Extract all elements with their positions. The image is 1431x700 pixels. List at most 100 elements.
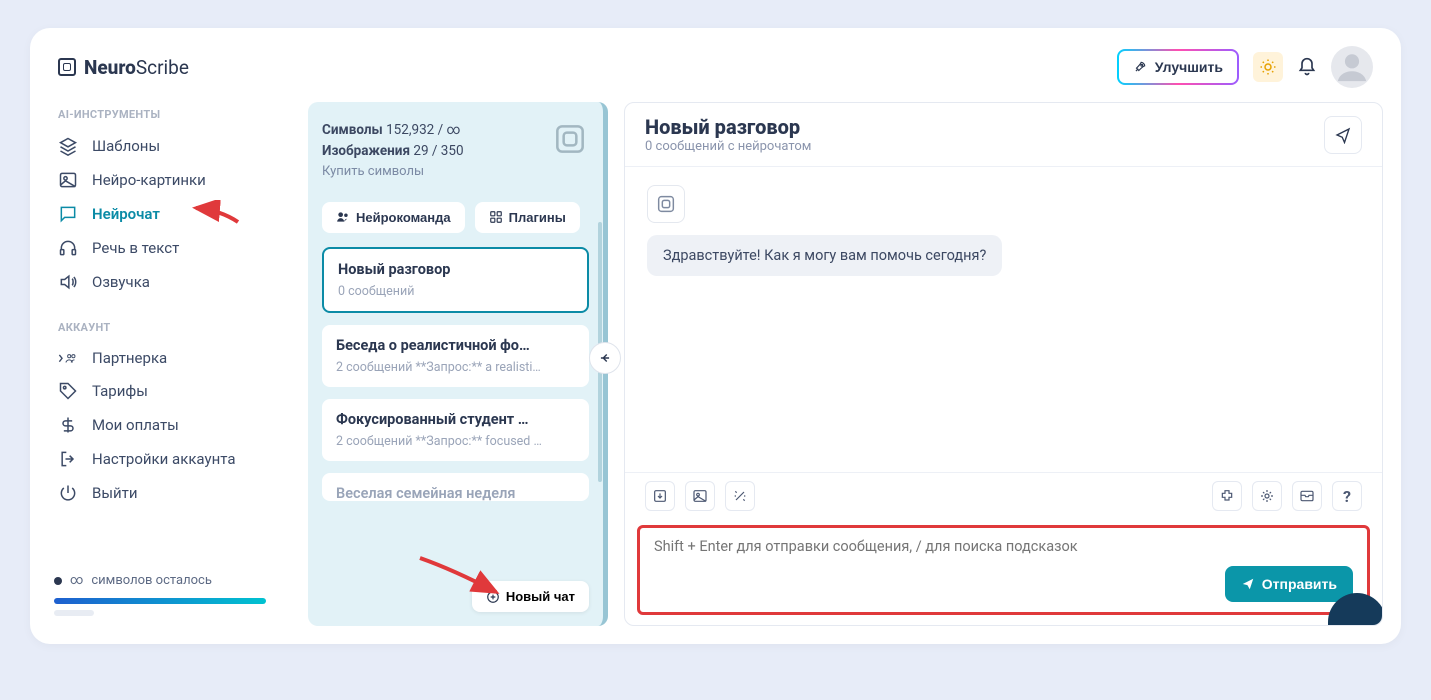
notifications-button[interactable] xyxy=(1297,57,1317,77)
rocket-icon xyxy=(1133,60,1147,74)
sidebar-item-voiceover[interactable]: Озвучка xyxy=(30,265,290,299)
sidebar-item-logout[interactable]: Выйти xyxy=(30,476,290,510)
archive-button[interactable] xyxy=(1292,481,1322,511)
chat-toolbar: ? xyxy=(625,472,1382,519)
conversation-card[interactable]: Фокусированный студент … 2 сообщений **З… xyxy=(322,399,589,461)
sidebar-item-label: Нейро-картинки xyxy=(92,171,206,189)
logo[interactable]: NeuroScribe xyxy=(58,56,189,79)
brain-icon xyxy=(551,120,589,158)
sidebar: AI-ИНСТРУМЕНТЫ Шаблоны Нейро-картинки Не… xyxy=(30,98,290,644)
puzzle-icon xyxy=(1219,488,1235,504)
power-icon xyxy=(58,483,78,503)
send-button[interactable]: Отправить xyxy=(1225,566,1353,602)
send-icon xyxy=(1241,577,1255,591)
greeting-message: Здравствуйте! Как я могу вам помочь сего… xyxy=(647,235,1002,276)
sidebar-item-label: Мои оплаты xyxy=(92,416,179,434)
progress-bar xyxy=(54,598,266,604)
app-window: NeuroScribe Улучшить AI-ИНСТРУМЕНТЫ Ша xyxy=(30,28,1401,644)
download-icon xyxy=(652,488,668,504)
plus-circle-icon xyxy=(486,590,500,604)
conversation-title: Фокусированный студент … xyxy=(336,411,575,428)
section-ai-tools: AI-ИНСТРУМЕНТЫ xyxy=(30,102,290,129)
sidebar-item-speech-to-text[interactable]: Речь в текст xyxy=(30,231,290,265)
sidebar-bottom: ∞ символов осталось xyxy=(30,563,290,634)
remaining-symbols: ∞ символов осталось xyxy=(54,573,266,588)
sidebar-item-label: Речь в текст xyxy=(92,239,179,257)
sidebar-item-label: Шаблоны xyxy=(92,137,160,155)
plugins-button[interactable]: Плагины xyxy=(475,202,580,233)
wand-icon xyxy=(732,488,748,504)
sidebar-item-payments[interactable]: Мои оплаты xyxy=(30,408,290,442)
sidebar-item-plans[interactable]: Тарифы xyxy=(30,374,290,408)
sidebar-item-affiliate[interactable]: Партнерка xyxy=(30,342,290,374)
sidebar-item-neurochat[interactable]: Нейрочат xyxy=(30,197,290,231)
help-button[interactable]: ? xyxy=(1332,481,1362,511)
magic-tool-button[interactable] xyxy=(725,481,755,511)
neuro-team-button[interactable]: Нейрокоманда xyxy=(322,202,465,233)
avatar[interactable] xyxy=(1331,46,1373,88)
new-chat-button[interactable]: Новый чат xyxy=(472,581,589,612)
sidebar-item-label: Озвучка xyxy=(92,273,150,291)
chat-title: Новый разговор xyxy=(645,115,811,139)
buy-symbols-link[interactable]: Купить символы xyxy=(322,162,464,182)
extension-button[interactable] xyxy=(1212,481,1242,511)
chat-body: Здравствуйте! Как я могу вам помочь сего… xyxy=(625,167,1382,472)
team-icon xyxy=(336,210,350,224)
bot-icon xyxy=(655,193,677,215)
bell-icon xyxy=(1297,57,1317,77)
sidebar-item-label: Настройки аккаунта xyxy=(92,450,235,468)
upgrade-button[interactable]: Улучшить xyxy=(1117,49,1239,85)
chat-icon xyxy=(58,204,78,224)
chat-subtitle: 0 сообщений с нейрочатом xyxy=(645,139,811,154)
layers-icon xyxy=(58,136,78,156)
conversation-card[interactable]: Новый разговор 0 сообщений xyxy=(322,247,589,313)
attachment-button[interactable] xyxy=(645,481,675,511)
sidebar-item-label: Партнерка xyxy=(92,349,167,367)
sidebar-item-account-settings[interactable]: Настройки аккаунта xyxy=(30,442,290,476)
conversations-panel: Символы 152,932 / ∞ Изображения 29 / 350… xyxy=(308,102,608,626)
button-label: Плагины xyxy=(509,210,566,225)
speaker-icon xyxy=(58,272,78,292)
main: AI-ИНСТРУМЕНТЫ Шаблоны Нейро-картинки Не… xyxy=(30,98,1401,644)
sidebar-item-neuro-images[interactable]: Нейро-картинки xyxy=(30,163,290,197)
logout-icon xyxy=(58,449,78,469)
button-label: Новый чат xyxy=(506,589,575,604)
button-label: Отправить xyxy=(1262,576,1337,592)
image-tool-button[interactable] xyxy=(685,481,715,511)
share-button[interactable] xyxy=(1324,116,1362,154)
conversation-subtitle: 2 сообщений **Запрос:** focused … xyxy=(336,434,575,449)
conversation-card[interactable]: Беседа о реалистичной фо… 2 сообщений **… xyxy=(322,325,589,387)
collapse-panel-button[interactable] xyxy=(589,342,621,374)
message-input-zone: Отправить xyxy=(637,525,1370,615)
grid-icon xyxy=(489,210,503,224)
chat-area: Новый разговор 0 сообщений с нейрочатом … xyxy=(624,102,1383,626)
theme-toggle[interactable] xyxy=(1253,52,1283,82)
question-icon: ? xyxy=(1343,487,1351,506)
tag-icon xyxy=(58,381,78,401)
bot-avatar xyxy=(647,185,685,223)
chat-header: Новый разговор 0 сообщений с нейрочатом xyxy=(625,103,1382,167)
sidebar-item-label: Нейрочат xyxy=(92,205,160,223)
image-icon xyxy=(58,170,78,190)
sidebar-item-label: Выйти xyxy=(92,484,138,502)
button-label: Нейрокоманда xyxy=(356,210,451,225)
settings-button[interactable] xyxy=(1252,481,1282,511)
stats-block: Символы 152,932 / ∞ Изображения 29 / 350… xyxy=(322,120,464,182)
sidebar-item-label: Тарифы xyxy=(92,382,148,400)
sun-icon xyxy=(1259,58,1277,76)
section-account: АККАУНТ xyxy=(30,315,290,342)
conversation-card[interactable]: Веселая семейная неделя xyxy=(322,473,589,501)
header: NeuroScribe Улучшить xyxy=(30,28,1401,98)
conversation-title: Беседа о реалистичной фо… xyxy=(336,337,575,354)
sidebar-item-templates[interactable]: Шаблоны xyxy=(30,129,290,163)
header-right: Улучшить xyxy=(1117,46,1373,88)
conversation-subtitle: 0 сообщений xyxy=(338,284,573,299)
image-icon xyxy=(692,488,708,504)
chevron-right-icon xyxy=(58,352,78,365)
conversation-subtitle: 2 сообщений **Запрос:** a realisti… xyxy=(336,360,575,375)
user-icon xyxy=(1335,50,1369,84)
share-icon xyxy=(1334,126,1352,144)
inbox-icon xyxy=(1299,488,1315,504)
conversation-title: Новый разговор xyxy=(338,261,573,278)
upgrade-label: Улучшить xyxy=(1155,59,1223,75)
